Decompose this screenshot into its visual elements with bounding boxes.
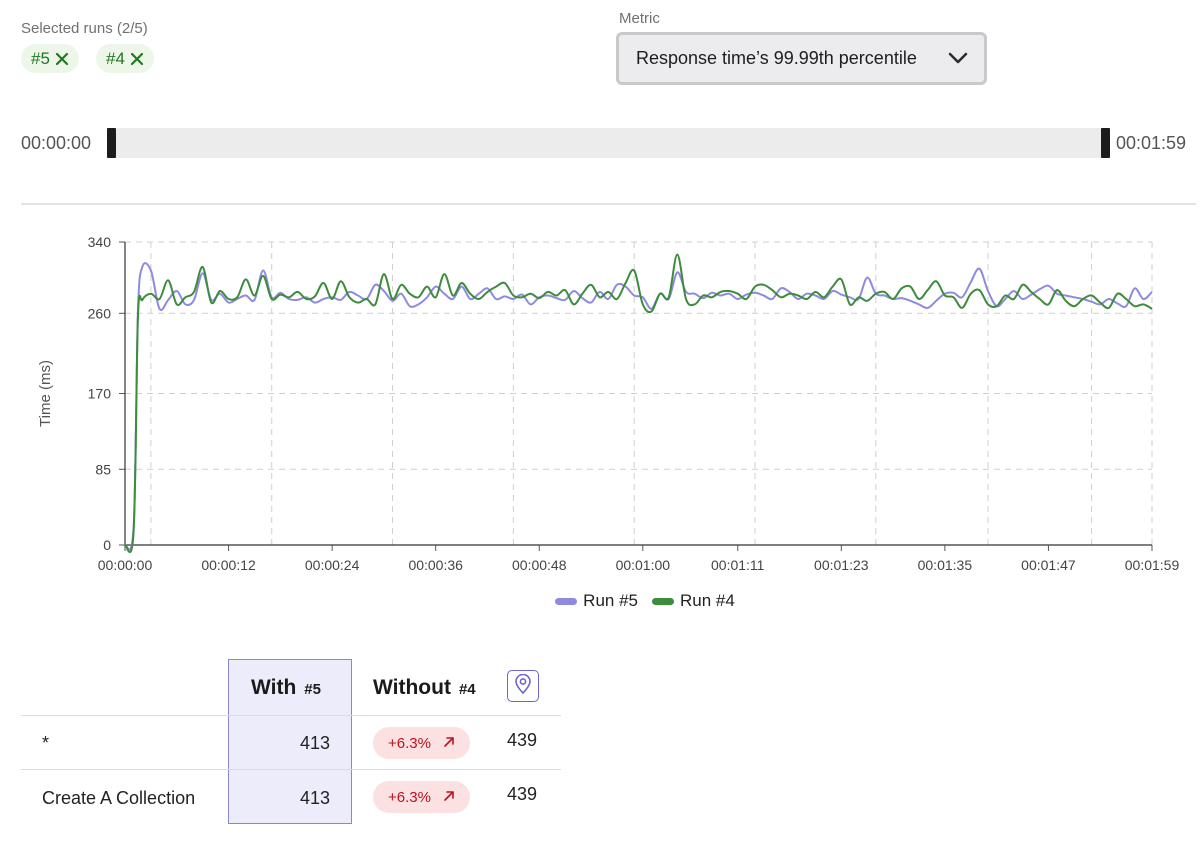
x-tick-label: 00:01:11	[711, 557, 765, 573]
change-value: +6.3%	[388, 734, 431, 752]
range-end-handle[interactable]	[1101, 128, 1110, 158]
without-header-label: Without	[373, 676, 451, 699]
legend-label: Run #4	[680, 591, 735, 610]
metric-label: Metric	[619, 10, 660, 27]
response-time-chart: 0 85 170 260 340 00:00:00 00:00:12 00:00:24 00:0…	[37, 234, 1180, 573]
legend-label: Run #5	[583, 591, 638, 610]
x-tick-label: 00:00:00	[98, 557, 153, 573]
table-divider	[21, 715, 561, 716]
arrow-up-right-icon	[443, 735, 455, 752]
y-tick-label: 340	[88, 234, 112, 250]
location-pin-button[interactable]	[507, 670, 539, 702]
row-without-value: 439	[507, 730, 538, 750]
series-line-run-4	[124, 253, 1153, 554]
with-header-label: With	[251, 676, 297, 699]
legend-swatch	[555, 597, 578, 605]
x-tick-label: 00:01:59	[1125, 557, 1180, 573]
range-start-handle[interactable]	[107, 128, 116, 158]
row-name: Create A Collection	[42, 788, 196, 808]
y-tick-label: 170	[88, 386, 112, 402]
metric-select[interactable]: Response time’s 99.99th percentile	[616, 32, 987, 85]
y-tick-label: 0	[103, 537, 111, 553]
x-tick-label: 00:01:00	[616, 557, 671, 573]
run-chip-4[interactable]: #4	[96, 44, 154, 73]
with-header: With #5	[251, 676, 321, 700]
chart-legend: Run #5 Run #4	[0, 591, 1200, 611]
y-tick-label: 260	[88, 305, 112, 321]
chevron-down-icon	[948, 48, 968, 69]
range-end-label: 00:01:59	[1116, 133, 1187, 153]
row-with-value: 413	[299, 788, 330, 808]
row-with-value: 413	[299, 733, 330, 753]
close-icon[interactable]	[130, 52, 144, 66]
row-name: *	[42, 733, 50, 753]
x-tick-label: 00:01:35	[918, 557, 973, 573]
x-tick-label: 00:01:23	[814, 557, 869, 573]
x-tick-label: 00:01:47	[1021, 557, 1076, 573]
x-tick-label: 00:00:36	[408, 557, 463, 573]
x-tick-label: 00:00:48	[512, 557, 567, 573]
change-value: +6.3%	[388, 788, 431, 806]
legend-swatch	[652, 597, 674, 605]
with-header-run: #5	[304, 681, 321, 698]
run-chip-5[interactable]: #5	[21, 44, 79, 73]
legend-item-run-4[interactable]: Run #4	[652, 591, 735, 611]
selected-runs-label: Selected runs (2/5)	[21, 20, 148, 37]
change-badge: +6.3%	[373, 727, 470, 759]
location-pin-icon	[514, 673, 532, 699]
run-chip-label: #4	[106, 48, 125, 68]
run-chip-label: #5	[31, 48, 50, 68]
metric-selected-value: Response time’s 99.99th percentile	[636, 48, 917, 68]
without-header: Without #4	[373, 676, 476, 700]
x-tick-label: 00:00:12	[201, 557, 256, 573]
x-tick-label: 00:00:24	[305, 557, 360, 573]
close-icon[interactable]	[55, 52, 69, 66]
section-divider	[21, 203, 1196, 205]
table-divider	[21, 769, 561, 770]
range-start-label: 00:00:00	[21, 133, 92, 153]
time-range-track[interactable]	[112, 128, 1105, 158]
change-badge: +6.3%	[373, 781, 470, 813]
y-tick-label: 85	[95, 461, 111, 477]
row-without-value: 439	[507, 784, 538, 804]
legend-item-run-5[interactable]: Run #5	[555, 591, 638, 611]
y-axis-label: Time (ms)	[37, 360, 54, 427]
without-header-run: #4	[458, 681, 476, 698]
arrow-up-right-icon	[443, 789, 455, 806]
